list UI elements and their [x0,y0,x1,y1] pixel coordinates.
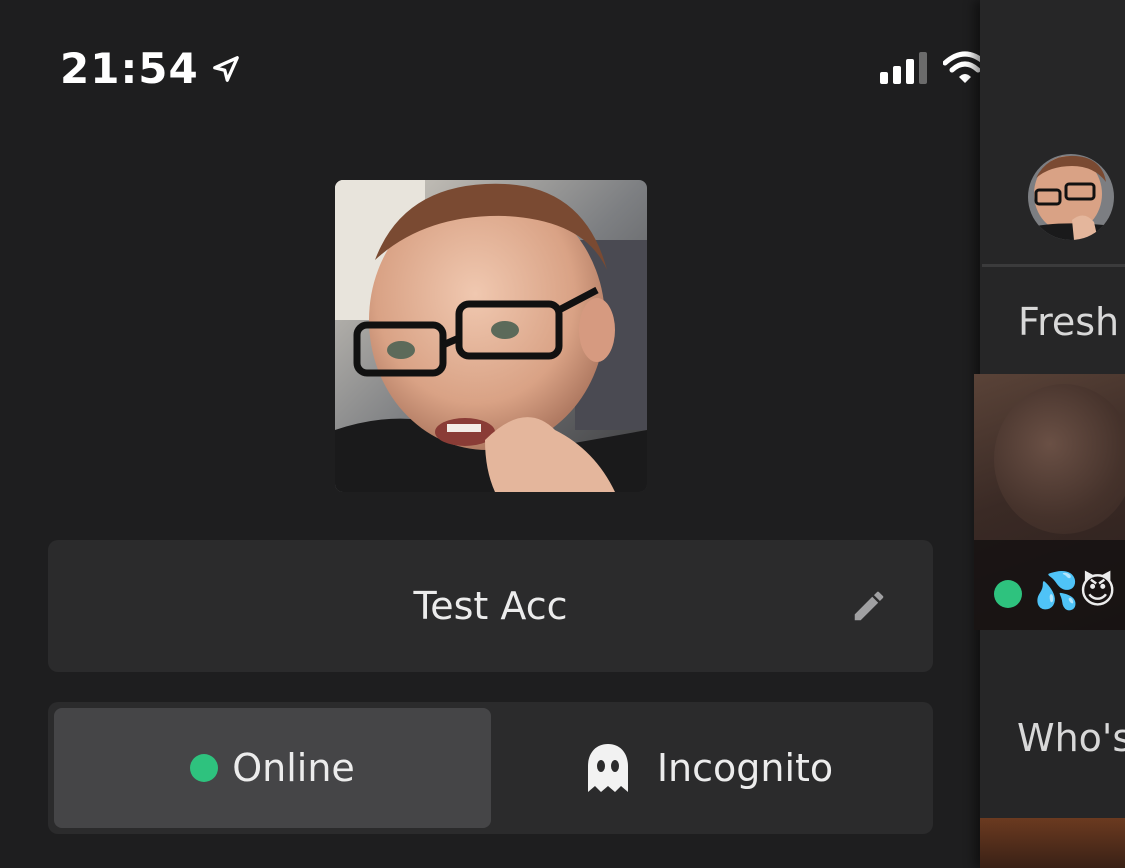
presence-option-online[interactable]: Online [54,708,491,828]
presence-option-incognito[interactable]: Incognito [491,708,927,828]
display-name-card[interactable]: Test Acc [48,540,933,672]
profile-card-preview[interactable]: 💦😈 [974,374,1125,630]
card-emoji: 💦😈 [1034,571,1117,612]
profile-drawer: 21:54 Test Acc Online Incognito [0,0,1077,868]
green-dot-icon [190,754,219,782]
profile-photo-image [335,180,647,492]
screen: 21:54 Test Acc Online Incognito Fresh 💦😈… [0,0,1125,868]
profile-photo[interactable] [335,180,647,492]
header-divider [982,264,1125,267]
ghost-icon [587,744,628,792]
blurred-photo [994,384,1125,534]
section-title-whos: Who's [1017,716,1125,760]
presence-option-label: Online [232,746,355,790]
section-title-fresh: Fresh [1018,300,1120,344]
header-avatar[interactable] [1028,154,1114,240]
profile-card-preview-2[interactable] [980,818,1125,868]
header-avatar-image [1028,154,1114,240]
status-bar-time: 21:54 [60,42,241,96]
display-name: Test Acc [413,584,568,628]
location-arrow-icon [212,56,239,82]
online-dot-icon [994,580,1022,608]
pencil-icon [854,591,884,621]
edit-name-button[interactable] [849,586,889,626]
presence-option-label: Incognito [656,746,834,790]
main-screen-peek[interactable]: Fresh 💦😈 Who's [974,0,1125,868]
presence-toggle: Online Incognito [48,702,933,834]
cellular-signal-icon [880,52,927,84]
time-label: 21:54 [60,44,199,93]
